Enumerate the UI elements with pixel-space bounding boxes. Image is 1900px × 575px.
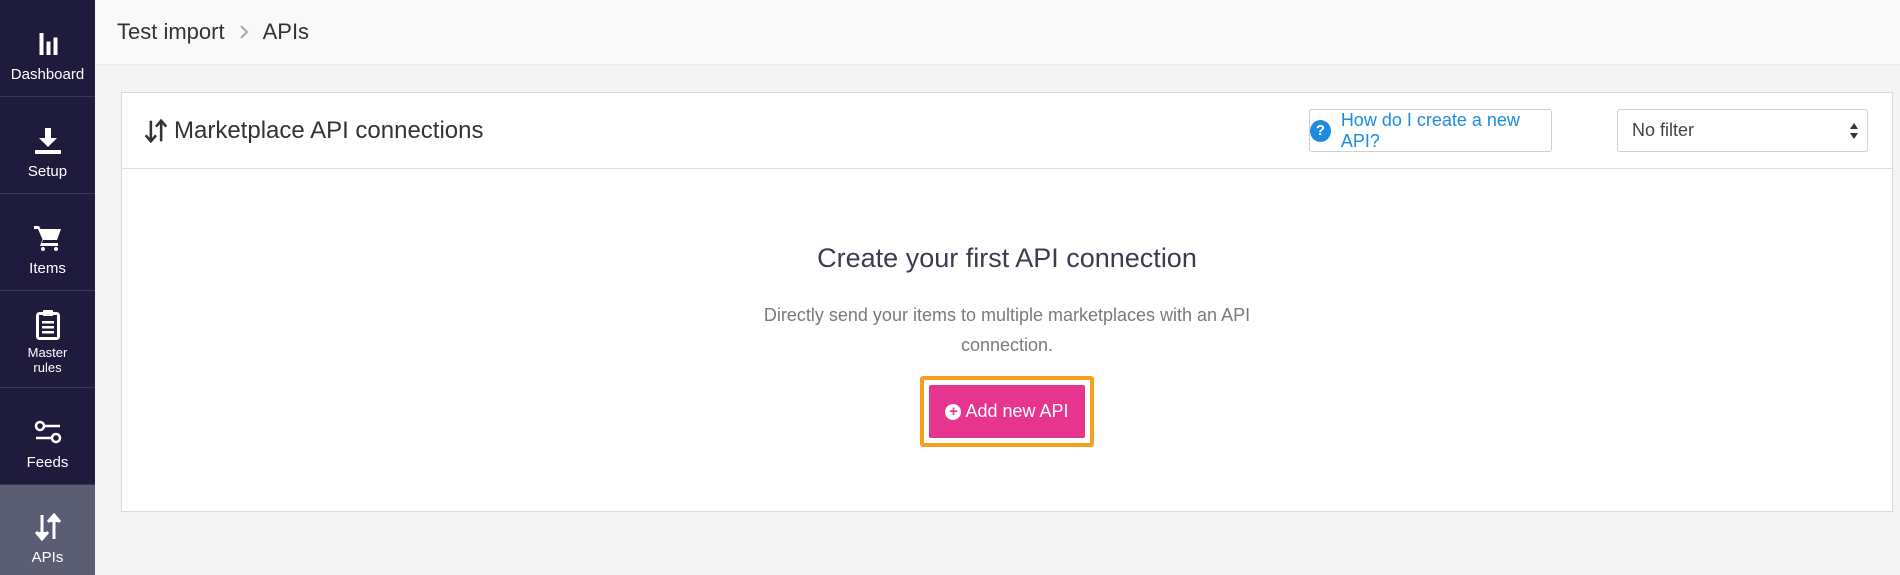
empty-state: Create your first API connection Directl…	[122, 169, 1892, 360]
sidebar-item-feeds[interactable]: Feeds	[0, 388, 95, 485]
sidebar-item-label: Master rules	[27, 345, 68, 375]
sidebar: Dashboard Setup Items Master rules Feeds…	[0, 0, 95, 575]
add-new-api-button[interactable]: + Add new API	[929, 385, 1085, 438]
sidebar-item-setup[interactable]: Setup	[0, 97, 95, 194]
add-button-label: Add new API	[965, 401, 1069, 421]
sidebar-item-items[interactable]: Items	[0, 194, 95, 291]
breadcrumb-current: APIs	[262, 19, 310, 44]
sidebar-item-label: APIs	[31, 549, 64, 566]
sort-arrows-icon	[33, 512, 63, 542]
help-create-api-button[interactable]: ? How do I create a new API?	[1309, 109, 1552, 152]
panel-title: Marketplace API connections	[174, 116, 484, 144]
help-button-label: How do I create a new API?	[1340, 109, 1520, 151]
sidebar-item-master-rules[interactable]: Master rules	[0, 291, 95, 388]
clipboard-icon	[33, 310, 63, 340]
api-connections-panel: Marketplace API connections ? How do I c…	[121, 92, 1893, 512]
bar-chart-icon	[33, 29, 63, 59]
sidebar-item-label: Items	[29, 260, 66, 277]
breadcrumb: Test import APIs	[95, 0, 1900, 65]
sort-arrows-icon	[144, 118, 168, 143]
sliders-icon	[33, 417, 63, 447]
question-circle-icon: ?	[1310, 119, 1331, 142]
sidebar-item-dashboard[interactable]: Dashboard	[0, 0, 95, 97]
sidebar-item-label: Setup	[27, 163, 68, 180]
select-arrows-icon	[1849, 122, 1859, 145]
plus-circle-icon: +	[945, 403, 962, 420]
breadcrumb-parent[interactable]: Test import	[117, 19, 225, 45]
empty-state-description: Directly send your items to multiple mar…	[763, 305, 1251, 355]
filter-select[interactable]: No filter	[1617, 109, 1868, 152]
empty-state-title: Create your first API connection	[817, 243, 1197, 273]
sidebar-item-label: Feeds	[26, 454, 69, 471]
add-api-highlight: + Add new API	[920, 376, 1094, 447]
chevron-right-icon	[239, 24, 249, 40]
download-icon	[33, 126, 63, 156]
filter-value: No filter	[1632, 120, 1695, 140]
sidebar-item-label: Dashboard	[10, 66, 85, 83]
cart-icon	[33, 223, 63, 253]
sidebar-item-apis[interactable]: APIs	[0, 485, 95, 575]
